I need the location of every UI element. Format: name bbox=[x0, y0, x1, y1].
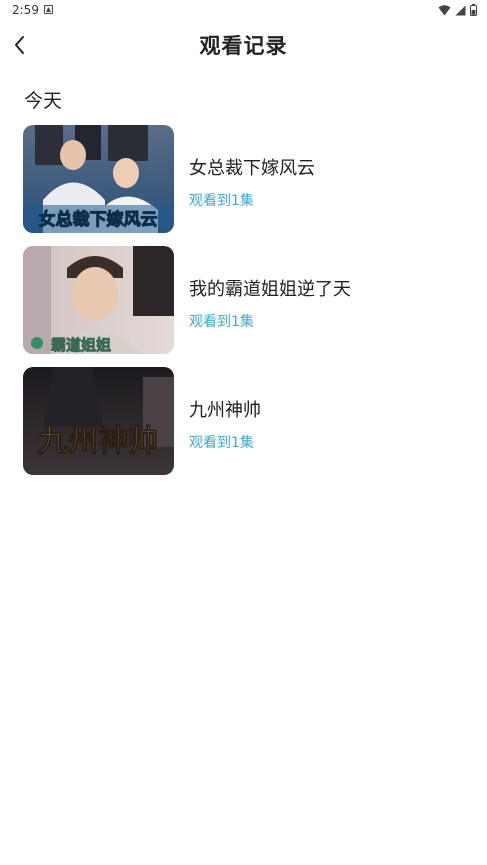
history-item-progress: 观看到1集 bbox=[189, 314, 254, 330]
thumbnail-caption: 霸道姐姐 bbox=[51, 336, 111, 354]
notification-icon bbox=[44, 5, 53, 14]
status-icons bbox=[438, 4, 477, 16]
signal-icon bbox=[455, 5, 466, 15]
wifi-icon bbox=[438, 4, 451, 15]
history-list: 女总裁下嫁风云 女总裁下嫁风云 观看到1集 霸道姐姐 我的霸道姐姐逆了天 观看到… bbox=[23, 125, 463, 488]
history-item-title: 九州神帅 bbox=[189, 400, 261, 421]
thumbnail-caption: 女总裁下嫁风云 bbox=[39, 209, 158, 230]
video-thumbnail[interactable]: 霸道姐姐 bbox=[23, 246, 174, 354]
history-item[interactable]: 霸道姐姐 我的霸道姐姐逆了天 观看到1集 bbox=[23, 246, 463, 354]
status-bar: 2:59 bbox=[0, 0, 487, 22]
video-thumbnail[interactable]: 九州神帅 bbox=[23, 367, 174, 475]
history-item[interactable]: 九州神帅 九州神帅 观看到1集 bbox=[23, 367, 463, 475]
history-item-progress: 观看到1集 bbox=[189, 193, 254, 209]
history-item-title: 我的霸道姐姐逆了天 bbox=[189, 279, 351, 300]
history-item-title: 女总裁下嫁风云 bbox=[189, 158, 315, 179]
header: 观看记录 bbox=[0, 22, 487, 68]
history-item[interactable]: 女总裁下嫁风云 女总裁下嫁风云 观看到1集 bbox=[23, 125, 463, 233]
page-title: 观看记录 bbox=[199, 34, 288, 58]
video-thumbnail[interactable]: 女总裁下嫁风云 bbox=[23, 125, 174, 233]
battery-icon bbox=[470, 4, 477, 16]
history-item-progress: 观看到1集 bbox=[189, 435, 254, 451]
status-time: 2:59 bbox=[12, 3, 39, 17]
thumbnail-caption: 九州神帅 bbox=[38, 424, 158, 459]
section-title-today: 今天 bbox=[24, 90, 63, 112]
